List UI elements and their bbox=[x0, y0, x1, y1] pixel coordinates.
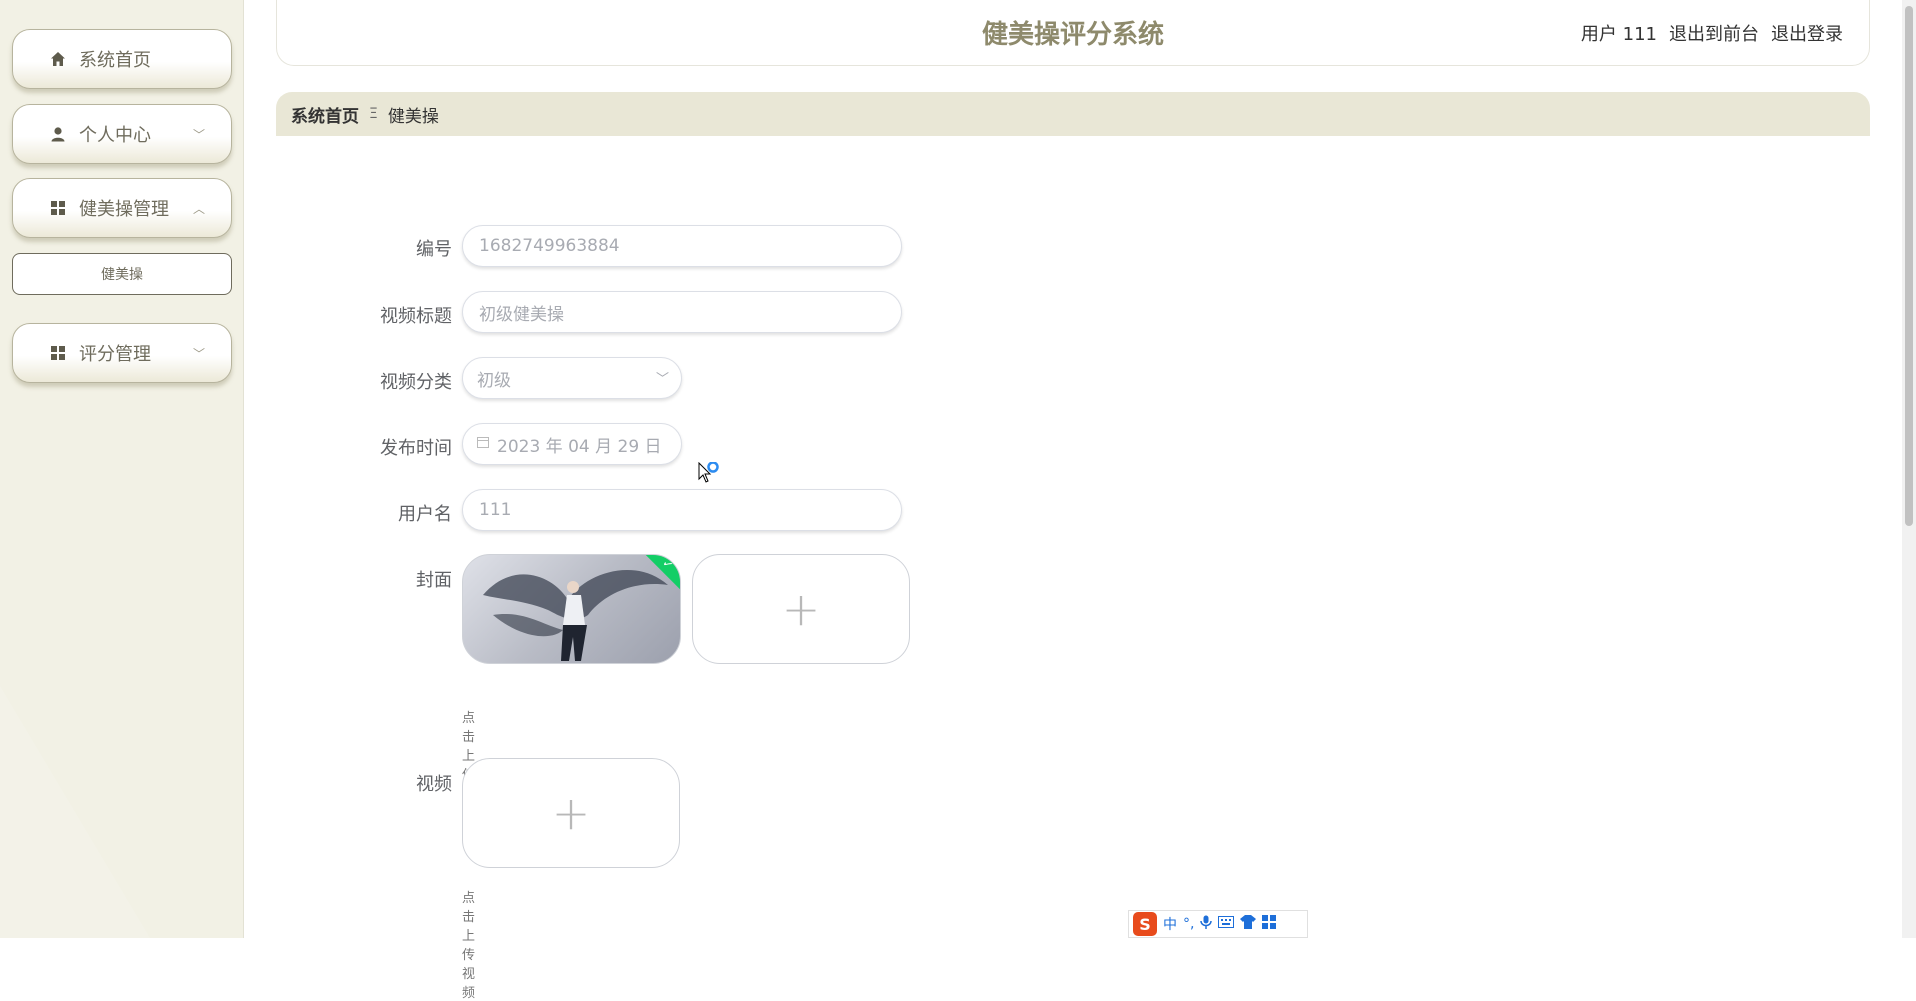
sidebar-item-score-management[interactable]: 评分管理 ﹀ bbox=[12, 323, 232, 383]
breadcrumb: 系统首页 Ξ 健美操 bbox=[276, 92, 1870, 136]
username-label: 用户名 bbox=[398, 504, 452, 525]
sogou-logo-icon: S bbox=[1133, 912, 1157, 936]
ime-toolbar[interactable]: S 中 °, bbox=[1128, 910, 1308, 938]
category-label: 视频分类 bbox=[380, 372, 452, 393]
date-picker[interactable]: 2023 年 04 月 29 日 bbox=[462, 423, 682, 465]
sidebar-item-label: 健美操管理 bbox=[79, 199, 169, 220]
date-value: 2023 年 04 月 29 日 bbox=[497, 436, 662, 457]
id-label: 编号 bbox=[416, 239, 452, 260]
plus-icon: + bbox=[551, 786, 591, 840]
breadcrumb-home[interactable]: 系统首页 bbox=[291, 102, 359, 127]
skin-icon[interactable] bbox=[1240, 915, 1257, 933]
category-select[interactable]: 初级 ﹀ bbox=[462, 357, 682, 399]
toolbox-icon[interactable] bbox=[1262, 915, 1277, 933]
sidebar: 系统首页 个人中心 ﹀ 健美操管理 ︿ 健美操 评分管理 ﹀ bbox=[0, 0, 244, 938]
username-input[interactable] bbox=[477, 499, 901, 521]
logout-link[interactable]: 退出登录 bbox=[1771, 20, 1843, 46]
mouse-cursor bbox=[698, 461, 724, 492]
sidebar-subitem-aerobics[interactable]: 健美操 bbox=[12, 253, 232, 295]
chevron-down-icon: ﹀ bbox=[192, 346, 205, 361]
cover-thumbnail[interactable]: ✓ bbox=[462, 554, 681, 664]
punctuation-icon[interactable]: °, bbox=[1183, 916, 1194, 932]
user-icon bbox=[49, 125, 67, 143]
current-user: 用户 111 bbox=[1580, 24, 1657, 45]
video-label: 视频 bbox=[416, 774, 452, 795]
grid-icon bbox=[49, 199, 67, 217]
calendar-icon bbox=[477, 436, 489, 452]
sidebar-item-aerobics-management[interactable]: 健美操管理 ︿ bbox=[12, 178, 232, 238]
plus-icon: + bbox=[781, 582, 821, 636]
title-label: 视频标题 bbox=[380, 306, 452, 327]
header-user-actions: 用户 111 退出到前台 退出登录 bbox=[1581, 20, 1843, 46]
back-to-front-link[interactable]: 退出到前台 bbox=[1669, 20, 1759, 46]
scrollbar-thumb[interactable] bbox=[1905, 6, 1913, 526]
add-video-button[interactable]: + bbox=[462, 758, 680, 868]
keyboard-icon[interactable] bbox=[1218, 916, 1235, 932]
breadcrumb-current: 健美操 bbox=[387, 106, 439, 127]
sidebar-item-home[interactable]: 系统首页 bbox=[12, 29, 232, 89]
decorative-triangle bbox=[0, 686, 150, 938]
check-icon: ✓ bbox=[659, 555, 677, 573]
category-selected-value: 初级 bbox=[477, 370, 511, 391]
top-header: 健美操评分系统 用户 111 退出到前台 退出登录 bbox=[276, 0, 1870, 66]
ime-mode-label[interactable]: 中 bbox=[1163, 914, 1177, 934]
grid-icon bbox=[49, 344, 67, 362]
chevron-up-icon: ︿ bbox=[192, 201, 205, 216]
sidebar-item-label: 个人中心 bbox=[79, 125, 151, 146]
title-field[interactable] bbox=[462, 291, 902, 333]
page-scrollbar[interactable] bbox=[1902, 0, 1916, 938]
username-field[interactable] bbox=[462, 489, 902, 531]
id-field[interactable] bbox=[462, 225, 902, 267]
microphone-icon[interactable] bbox=[1200, 915, 1213, 933]
title-input[interactable] bbox=[477, 301, 901, 323]
sidebar-item-personal-center[interactable]: 个人中心 ﹀ bbox=[12, 104, 232, 164]
cover-label: 封面 bbox=[416, 570, 452, 591]
dancer-image bbox=[483, 569, 668, 661]
add-cover-button[interactable]: + bbox=[692, 554, 910, 664]
sidebar-item-label: 评分管理 bbox=[79, 344, 151, 365]
breadcrumb-separator: Ξ bbox=[369, 106, 378, 122]
chevron-down-icon: ﹀ bbox=[655, 372, 669, 387]
date-label: 发布时间 bbox=[380, 438, 452, 459]
chevron-down-icon: ﹀ bbox=[192, 127, 205, 142]
video-upload-hint: 点击上传视频 bbox=[462, 891, 476, 1001]
home-icon bbox=[49, 50, 67, 68]
sidebar-item-label: 系统首页 bbox=[79, 50, 151, 71]
id-input[interactable] bbox=[477, 235, 901, 257]
